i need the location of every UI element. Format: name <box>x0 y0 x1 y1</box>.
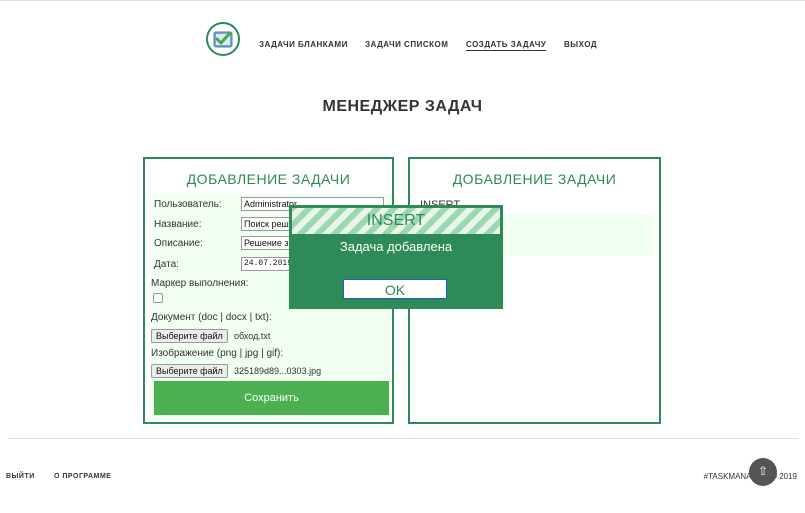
nav-item-tasks-forms[interactable]: ЗАДАЧИ БЛАНКАМИ <box>259 40 348 49</box>
result-highlight <box>503 214 653 256</box>
completion-checkbox[interactable] <box>153 293 163 303</box>
document-file-name: обход.txt <box>234 331 271 341</box>
arrow-up-icon: ⇧ <box>757 464 769 478</box>
top-border <box>0 0 805 1</box>
scroll-top-button[interactable]: ⇧ <box>749 458 777 486</box>
dialog-message: Задача добавлена <box>339 239 453 254</box>
footer-divider <box>8 438 798 439</box>
description-label: Описание: <box>154 238 203 249</box>
name-label: Название: <box>154 219 202 230</box>
save-button[interactable]: Сохранить <box>154 381 389 415</box>
user-label: Пользователь: <box>154 199 222 210</box>
page-title: МЕНЕДЖЕР ЗАДАЧ <box>322 98 483 115</box>
document-file-button[interactable]: Выберите файл <box>151 329 228 343</box>
main-nav: ЗАДАЧИ БЛАНКАМИ ЗАДАЧИ СПИСКОМ СОЗДАТЬ З… <box>0 40 805 52</box>
dialog-header: INSERT <box>291 207 501 235</box>
image-file-name: 325189d89...0303.jpg <box>234 366 322 376</box>
footer-link-about[interactable]: О ПРОГРАММЕ <box>54 473 111 480</box>
nav-item-tasks-list[interactable]: ЗАДАЧИ СПИСКОМ <box>365 40 448 49</box>
footer-link-logout[interactable]: ВЫЙТИ <box>6 473 35 480</box>
image-file-button[interactable]: Выберите файл <box>151 364 228 378</box>
image-label: Изображение (png | jpg | gif): <box>151 348 284 359</box>
nav-item-exit[interactable]: ВЫХОД <box>564 40 597 49</box>
document-label: Документ (doc | docx | txt): <box>151 312 272 323</box>
nav-item-create-task[interactable]: СОЗДАТЬ ЗАДАЧУ <box>466 40 546 49</box>
marker-label: Маркер выполнения: <box>151 278 249 289</box>
form-title: ДОБАВЛЕНИЕ ЗАДАЧИ <box>186 171 351 187</box>
result-title: ДОБАВЛЕНИЕ ЗАДАЧИ <box>452 171 617 187</box>
date-label: Дата: <box>154 259 179 270</box>
ok-button[interactable]: OK <box>343 279 447 299</box>
